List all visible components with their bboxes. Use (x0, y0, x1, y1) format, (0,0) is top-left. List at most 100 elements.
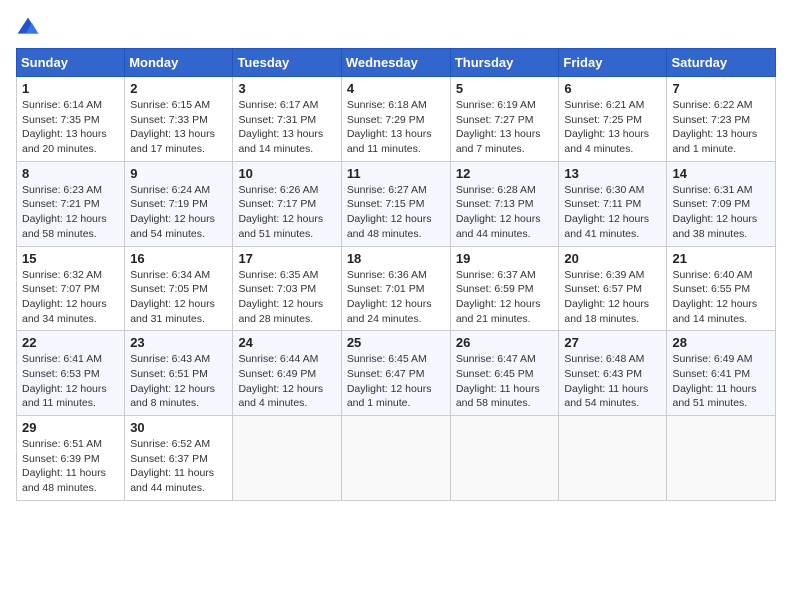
day-info: Sunrise: 6:34 AM Sunset: 7:05 PM Dayligh… (130, 268, 227, 327)
calendar-week-row: 1 Sunrise: 6:14 AM Sunset: 7:35 PM Dayli… (17, 77, 776, 162)
day-number: 7 (672, 81, 770, 96)
calendar-week-row: 15 Sunrise: 6:32 AM Sunset: 7:07 PM Dayl… (17, 246, 776, 331)
day-number: 27 (564, 335, 661, 350)
day-number: 5 (456, 81, 554, 96)
calendar-cell: 8 Sunrise: 6:23 AM Sunset: 7:21 PM Dayli… (17, 161, 125, 246)
day-number: 28 (672, 335, 770, 350)
calendar-week-row: 22 Sunrise: 6:41 AM Sunset: 6:53 PM Dayl… (17, 331, 776, 416)
day-info: Sunrise: 6:39 AM Sunset: 6:57 PM Dayligh… (564, 268, 661, 327)
day-number: 19 (456, 251, 554, 266)
day-header-wednesday: Wednesday (341, 49, 450, 77)
day-info: Sunrise: 6:40 AM Sunset: 6:55 PM Dayligh… (672, 268, 770, 327)
calendar-cell: 14 Sunrise: 6:31 AM Sunset: 7:09 PM Dayl… (667, 161, 776, 246)
logo-icon (16, 16, 40, 40)
calendar-cell: 22 Sunrise: 6:41 AM Sunset: 6:53 PM Dayl… (17, 331, 125, 416)
day-header-thursday: Thursday (450, 49, 559, 77)
calendar-cell (450, 416, 559, 501)
calendar-cell: 20 Sunrise: 6:39 AM Sunset: 6:57 PM Dayl… (559, 246, 667, 331)
day-info: Sunrise: 6:44 AM Sunset: 6:49 PM Dayligh… (238, 352, 335, 411)
calendar-cell: 19 Sunrise: 6:37 AM Sunset: 6:59 PM Dayl… (450, 246, 559, 331)
day-info: Sunrise: 6:17 AM Sunset: 7:31 PM Dayligh… (238, 98, 335, 157)
calendar-cell: 28 Sunrise: 6:49 AM Sunset: 6:41 PM Dayl… (667, 331, 776, 416)
day-number: 3 (238, 81, 335, 96)
calendar-cell: 7 Sunrise: 6:22 AM Sunset: 7:23 PM Dayli… (667, 77, 776, 162)
day-number: 29 (22, 420, 119, 435)
day-number: 26 (456, 335, 554, 350)
calendar-cell: 30 Sunrise: 6:52 AM Sunset: 6:37 PM Dayl… (125, 416, 233, 501)
day-header-monday: Monday (125, 49, 233, 77)
day-info: Sunrise: 6:27 AM Sunset: 7:15 PM Dayligh… (347, 183, 445, 242)
day-number: 20 (564, 251, 661, 266)
day-info: Sunrise: 6:21 AM Sunset: 7:25 PM Dayligh… (564, 98, 661, 157)
day-info: Sunrise: 6:48 AM Sunset: 6:43 PM Dayligh… (564, 352, 661, 411)
day-info: Sunrise: 6:19 AM Sunset: 7:27 PM Dayligh… (456, 98, 554, 157)
day-info: Sunrise: 6:30 AM Sunset: 7:11 PM Dayligh… (564, 183, 661, 242)
day-number: 4 (347, 81, 445, 96)
day-info: Sunrise: 6:18 AM Sunset: 7:29 PM Dayligh… (347, 98, 445, 157)
calendar-cell: 4 Sunrise: 6:18 AM Sunset: 7:29 PM Dayli… (341, 77, 450, 162)
day-info: Sunrise: 6:41 AM Sunset: 6:53 PM Dayligh… (22, 352, 119, 411)
day-info: Sunrise: 6:22 AM Sunset: 7:23 PM Dayligh… (672, 98, 770, 157)
calendar-week-row: 29 Sunrise: 6:51 AM Sunset: 6:39 PM Dayl… (17, 416, 776, 501)
day-number: 2 (130, 81, 227, 96)
calendar-cell: 1 Sunrise: 6:14 AM Sunset: 7:35 PM Dayli… (17, 77, 125, 162)
day-number: 14 (672, 166, 770, 181)
day-number: 9 (130, 166, 227, 181)
calendar-table: SundayMondayTuesdayWednesdayThursdayFrid… (16, 48, 776, 501)
calendar-cell: 27 Sunrise: 6:48 AM Sunset: 6:43 PM Dayl… (559, 331, 667, 416)
day-info: Sunrise: 6:15 AM Sunset: 7:33 PM Dayligh… (130, 98, 227, 157)
calendar-cell: 23 Sunrise: 6:43 AM Sunset: 6:51 PM Dayl… (125, 331, 233, 416)
calendar-cell: 26 Sunrise: 6:47 AM Sunset: 6:45 PM Dayl… (450, 331, 559, 416)
logo (16, 16, 44, 40)
day-number: 15 (22, 251, 119, 266)
day-info: Sunrise: 6:35 AM Sunset: 7:03 PM Dayligh… (238, 268, 335, 327)
day-info: Sunrise: 6:49 AM Sunset: 6:41 PM Dayligh… (672, 352, 770, 411)
calendar-cell (233, 416, 341, 501)
day-number: 8 (22, 166, 119, 181)
calendar-header-row: SundayMondayTuesdayWednesdayThursdayFrid… (17, 49, 776, 77)
day-info: Sunrise: 6:43 AM Sunset: 6:51 PM Dayligh… (130, 352, 227, 411)
calendar-cell: 25 Sunrise: 6:45 AM Sunset: 6:47 PM Dayl… (341, 331, 450, 416)
day-number: 1 (22, 81, 119, 96)
calendar-week-row: 8 Sunrise: 6:23 AM Sunset: 7:21 PM Dayli… (17, 161, 776, 246)
day-info: Sunrise: 6:31 AM Sunset: 7:09 PM Dayligh… (672, 183, 770, 242)
day-info: Sunrise: 6:32 AM Sunset: 7:07 PM Dayligh… (22, 268, 119, 327)
day-number: 6 (564, 81, 661, 96)
day-number: 23 (130, 335, 227, 350)
day-info: Sunrise: 6:37 AM Sunset: 6:59 PM Dayligh… (456, 268, 554, 327)
calendar-cell: 5 Sunrise: 6:19 AM Sunset: 7:27 PM Dayli… (450, 77, 559, 162)
calendar-cell: 18 Sunrise: 6:36 AM Sunset: 7:01 PM Dayl… (341, 246, 450, 331)
calendar-cell: 12 Sunrise: 6:28 AM Sunset: 7:13 PM Dayl… (450, 161, 559, 246)
calendar-cell: 2 Sunrise: 6:15 AM Sunset: 7:33 PM Dayli… (125, 77, 233, 162)
day-info: Sunrise: 6:23 AM Sunset: 7:21 PM Dayligh… (22, 183, 119, 242)
calendar-cell (341, 416, 450, 501)
calendar-cell: 13 Sunrise: 6:30 AM Sunset: 7:11 PM Dayl… (559, 161, 667, 246)
day-info: Sunrise: 6:24 AM Sunset: 7:19 PM Dayligh… (130, 183, 227, 242)
day-number: 17 (238, 251, 335, 266)
day-info: Sunrise: 6:28 AM Sunset: 7:13 PM Dayligh… (456, 183, 554, 242)
day-header-sunday: Sunday (17, 49, 125, 77)
day-number: 18 (347, 251, 445, 266)
day-number: 10 (238, 166, 335, 181)
calendar-cell: 11 Sunrise: 6:27 AM Sunset: 7:15 PM Dayl… (341, 161, 450, 246)
calendar-cell: 6 Sunrise: 6:21 AM Sunset: 7:25 PM Dayli… (559, 77, 667, 162)
day-number: 30 (130, 420, 227, 435)
page-header (16, 16, 776, 40)
calendar-cell: 29 Sunrise: 6:51 AM Sunset: 6:39 PM Dayl… (17, 416, 125, 501)
day-header-friday: Friday (559, 49, 667, 77)
calendar-cell: 9 Sunrise: 6:24 AM Sunset: 7:19 PM Dayli… (125, 161, 233, 246)
day-header-saturday: Saturday (667, 49, 776, 77)
calendar-cell: 10 Sunrise: 6:26 AM Sunset: 7:17 PM Dayl… (233, 161, 341, 246)
day-info: Sunrise: 6:47 AM Sunset: 6:45 PM Dayligh… (456, 352, 554, 411)
day-info: Sunrise: 6:26 AM Sunset: 7:17 PM Dayligh… (238, 183, 335, 242)
calendar-cell: 16 Sunrise: 6:34 AM Sunset: 7:05 PM Dayl… (125, 246, 233, 331)
day-info: Sunrise: 6:45 AM Sunset: 6:47 PM Dayligh… (347, 352, 445, 411)
day-number: 12 (456, 166, 554, 181)
day-number: 16 (130, 251, 227, 266)
day-number: 25 (347, 335, 445, 350)
day-info: Sunrise: 6:14 AM Sunset: 7:35 PM Dayligh… (22, 98, 119, 157)
day-header-tuesday: Tuesday (233, 49, 341, 77)
day-number: 11 (347, 166, 445, 181)
day-number: 22 (22, 335, 119, 350)
day-info: Sunrise: 6:52 AM Sunset: 6:37 PM Dayligh… (130, 437, 227, 496)
